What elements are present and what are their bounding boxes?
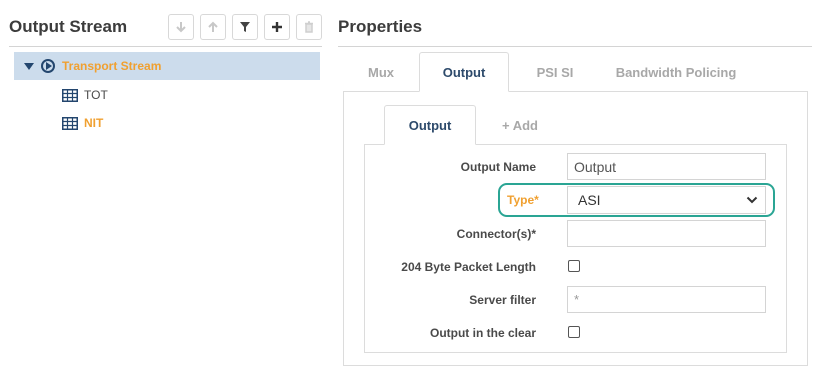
- move-up-icon: [208, 21, 218, 32]
- tree-toolbar: [168, 14, 322, 40]
- add-output-tab[interactable]: + Add: [476, 105, 564, 145]
- delete-button[interactable]: [296, 14, 322, 40]
- tree-item-label: TOT: [84, 88, 108, 102]
- tab-mux[interactable]: Mux: [343, 52, 419, 92]
- right-divider: [338, 46, 812, 47]
- tab-output[interactable]: Output: [419, 52, 509, 92]
- tree-item-transport-stream[interactable]: Transport Stream: [14, 52, 320, 80]
- filter-icon: [240, 22, 250, 32]
- connectors-input[interactable]: [567, 220, 766, 247]
- add-icon: [272, 22, 282, 32]
- chevron-down-icon: [746, 196, 758, 204]
- tree-item-tot[interactable]: TOT: [62, 86, 108, 104]
- add-button[interactable]: [264, 14, 290, 40]
- play-circle-icon: [41, 59, 55, 73]
- server-filter-label: Server filter: [469, 293, 536, 307]
- caret-down-icon[interactable]: [24, 62, 34, 70]
- move-down-button[interactable]: [168, 14, 194, 40]
- properties-tabs: Mux Output PSI SI Bandwidth Policing: [343, 52, 751, 92]
- tree-item-label: NIT: [84, 116, 104, 130]
- output-clear-checkbox[interactable]: [568, 326, 580, 338]
- output-name-input[interactable]: Output: [567, 153, 766, 180]
- delete-icon: [305, 21, 313, 33]
- tree-item-label: Transport Stream: [62, 59, 162, 73]
- table-icon: [62, 88, 78, 102]
- type-select[interactable]: ASI: [567, 186, 766, 214]
- tab-bandwidth-policing[interactable]: Bandwidth Policing: [601, 52, 751, 92]
- output-stream-title: Output Stream: [9, 17, 128, 36]
- tab-psi-si[interactable]: PSI SI: [509, 52, 601, 92]
- properties-title: Properties: [338, 17, 423, 36]
- byte204-label: 204 Byte Packet Length: [401, 260, 536, 274]
- type-select-value: ASI: [578, 192, 601, 208]
- connectors-label: Connector(s)*: [456, 227, 536, 241]
- byte204-checkbox[interactable]: [568, 260, 580, 272]
- move-down-icon: [176, 22, 186, 33]
- server-filter-input[interactable]: *: [567, 286, 766, 313]
- table-icon: [62, 116, 78, 130]
- output-subtabs: Output + Add: [384, 105, 564, 145]
- tree-item-nit[interactable]: NIT: [62, 114, 103, 132]
- type-label: Type*: [507, 193, 539, 207]
- filter-button[interactable]: [232, 14, 258, 40]
- subtab-output[interactable]: Output: [384, 105, 476, 145]
- output-clear-label: Output in the clear: [429, 326, 536, 340]
- output-name-label: Output Name: [460, 160, 536, 174]
- move-up-button[interactable]: [200, 14, 226, 40]
- left-divider: [9, 46, 322, 47]
